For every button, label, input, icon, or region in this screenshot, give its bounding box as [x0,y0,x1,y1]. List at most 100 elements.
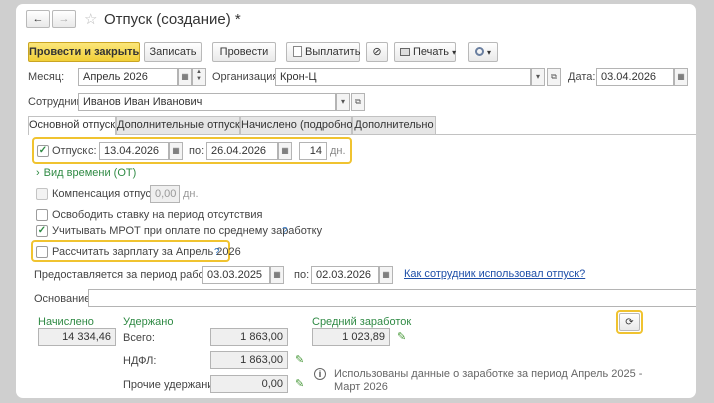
print-button-label: Печать [413,46,450,58]
paperclip-icon: ⊘ [372,46,382,58]
favorite-star-icon[interactable]: ☆ [84,11,97,29]
calendar-icon: ▦ [677,72,685,81]
stepper-down-icon: ▼ [196,76,202,82]
back-button[interactable]: ← [26,10,50,28]
tab-additional-vacations[interactable]: Дополнительные отпуска [116,116,246,134]
calendar-button[interactable]: ▦ [178,68,192,86]
calc-salary-label: Рассчитать зарплату за Апрель 2026 [52,246,241,258]
month-label: Месяц: [28,71,65,83]
document-window: ← → ☆ Отпуск (создание) * Провести и зак… [16,4,696,398]
mrot-help-icon[interactable]: ? [282,225,288,239]
date-calendar-button[interactable]: ▦ [674,68,688,86]
vacation-checkbox[interactable]: ✓ [37,145,49,157]
basis-label: Основание: [34,293,94,305]
other-deductions-field: 0,00 [210,375,288,393]
calc-salary-checkbox[interactable] [36,246,48,258]
basis-field[interactable] [88,289,696,307]
calc-salary-help-icon[interactable]: ? [214,246,220,260]
month-stepper[interactable]: ▲ ▼ [192,68,206,86]
time-type-label: Вид времени (ОТ) [43,167,137,179]
earnings-info-line-1: Использованы данные о заработке за перио… [334,368,643,380]
compensation-checkbox[interactable] [36,188,48,200]
vacation-from-field[interactable]: 13.04.2026 [99,142,169,160]
open-link-icon: ⧉ [355,97,361,106]
post-and-close-button[interactable]: Провести и закрыть [28,42,140,62]
total-withheld-label: Всего: [123,332,155,344]
period-to-field[interactable]: 02.03.2026 [311,266,379,284]
employee-field[interactable]: Иванов Иван Иванович [78,93,336,111]
tabs-divider [28,134,696,135]
info-icon: i [314,368,326,380]
ndfl-field: 1 863,00 [210,351,288,369]
vacation-from-calendar-button[interactable]: ▦ [169,142,183,160]
period-to-label: по: [294,269,310,281]
release-rate-label: Освободить ставку на период отсутствия [52,209,263,221]
calendar-icon: ▦ [273,270,281,279]
pay-button-label: Выплатить [305,46,361,58]
chevron-down-icon: ▾ [487,48,492,57]
print-button[interactable]: Печать ▾ [394,42,456,62]
average-earnings-title: Средний заработок [312,316,412,328]
document-icon [293,46,302,57]
vacation-to-calendar-button[interactable]: ▦ [278,142,292,160]
period-from-calendar-button[interactable]: ▦ [270,266,284,284]
employee-dropdown-button[interactable]: ▾ [336,93,350,111]
period-label: Предоставляется за период работы с: [34,269,229,281]
checkmark-icon: ✓ [37,225,47,236]
checkmark-icon: ✓ [38,145,48,156]
save-button[interactable]: Записать [144,42,202,62]
date-field[interactable]: 03.04.2026 [596,68,674,86]
organization-field[interactable]: Крон-Ц [275,68,531,86]
stepper-up-icon: ▲ [196,69,202,75]
refresh-icon: ⟳ [625,317,634,328]
tab-additional[interactable]: Дополнительно [352,116,436,134]
compensation-label: Компенсация отпуска [52,188,163,200]
release-rate-checkbox[interactable] [36,209,48,221]
calendar-icon: ▦ [172,146,180,155]
other-deductions-label: Прочие удержания: [123,379,223,391]
compensation-days-field[interactable]: 0,00 [150,185,180,203]
window-title: Отпуск (создание) * [104,11,241,28]
edit-other-deductions-pencil-icon[interactable]: ✎ [295,378,307,390]
vacation-days-field[interactable]: 14 [299,142,327,160]
employee-label: Сотрудник: [28,96,85,108]
tab-accrued-detailed[interactable]: Начислено (подробно) [240,116,356,134]
month-field[interactable]: Апрель 2026 [78,68,178,86]
edit-average-earnings-pencil-icon[interactable]: ✎ [397,331,409,343]
refresh-button[interactable]: ⟳ [619,313,640,331]
period-to-calendar-button[interactable]: ▦ [379,266,393,284]
forward-button[interactable]: → [52,10,76,28]
earnings-info-line-2: Март 2026 [334,381,388,393]
employee-open-button[interactable]: ⧉ [351,93,365,111]
post-button[interactable]: Провести [212,42,276,62]
calendar-icon: ▦ [181,72,189,81]
tab-main-vacation[interactable]: Основной отпуск [28,116,116,135]
ndfl-label: НДФЛ: [123,355,157,367]
mrot-checkbox[interactable]: ✓ [36,225,48,237]
vacation-to-label: по: [189,145,205,157]
chevron-down-icon: ▾ [452,48,457,57]
printer-icon [400,48,410,56]
vacation-to-field[interactable]: 26.04.2026 [206,142,278,160]
more-actions-button[interactable]: ▾ [468,42,498,62]
arrow-left-icon: ← [32,13,44,25]
organization-open-button[interactable]: ⧉ [547,68,561,86]
settings-icon [474,47,484,56]
open-link-icon: ⧉ [551,72,557,81]
total-withheld-field: 1 863,00 [210,328,288,346]
calendar-icon: ▦ [382,270,390,279]
edit-ndfl-pencil-icon[interactable]: ✎ [295,354,307,366]
accrued-field: 14 334,46 [38,328,116,346]
organization-label: Организация: [212,71,282,83]
organization-dropdown-button[interactable]: ▾ [531,68,545,86]
time-type-toggle[interactable]: › Вид времени (ОТ) [36,166,136,180]
vacation-days-unit: дн. [330,145,346,157]
chevron-down-icon: ▾ [535,72,540,81]
date-label: Дата: [568,71,596,83]
calendar-icon: ▦ [281,146,289,155]
pay-button[interactable]: Выплатить [286,42,360,62]
vacation-from-label: с: [88,145,97,157]
period-from-field[interactable]: 03.03.2025 [202,266,270,284]
vacation-usage-link[interactable]: Как сотрудник использовал отпуск? [404,267,585,281]
attach-button[interactable]: ⊘ [366,42,388,62]
